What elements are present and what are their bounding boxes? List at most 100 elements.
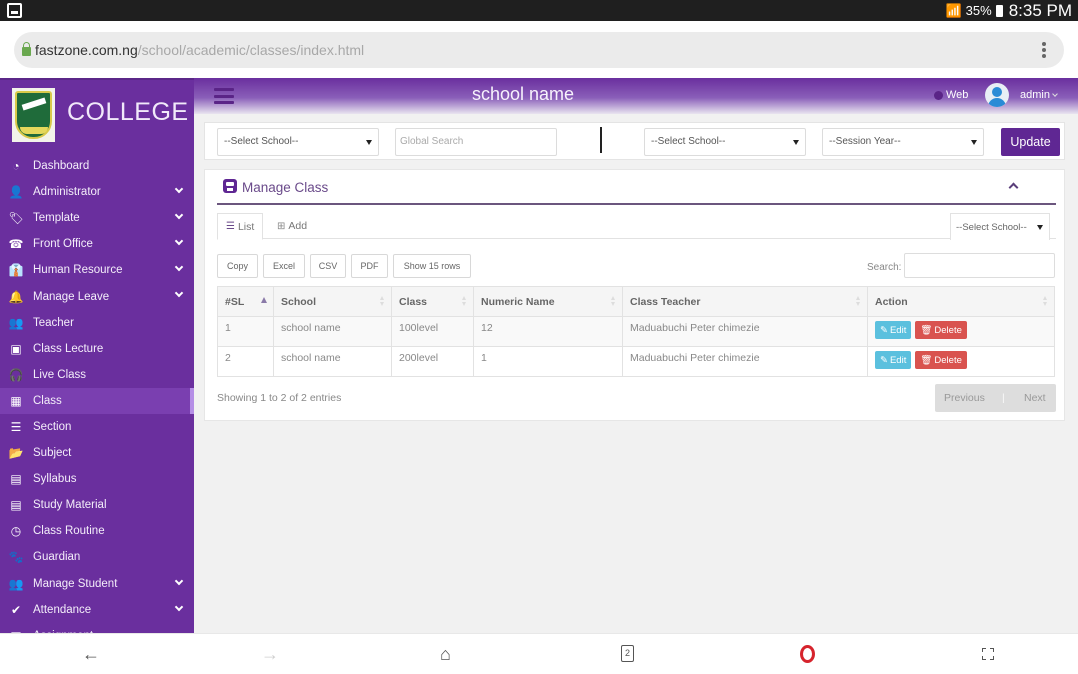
copy-button[interactable]: Copy bbox=[217, 254, 258, 278]
screenshot-notification-icon bbox=[7, 3, 22, 18]
sort-icon bbox=[462, 296, 467, 307]
edit-label: Edit bbox=[889, 354, 907, 366]
user-tie-icon: 👔 bbox=[8, 263, 24, 278]
forward-arrow-icon[interactable]: → bbox=[261, 644, 279, 664]
global-search-input[interactable]: Global Search bbox=[395, 128, 557, 156]
sidebar-item-dashboard[interactable]: ◔ Dashboard bbox=[0, 153, 194, 179]
edit-button[interactable]: ✎ Edit bbox=[875, 351, 912, 369]
web-link-label: Web bbox=[946, 89, 969, 101]
headphones-icon: 🎧 bbox=[8, 367, 24, 382]
column-class[interactable]: Class bbox=[391, 286, 474, 317]
chevron-down-icon bbox=[174, 237, 184, 246]
tab-school-select[interactable]: --Select School-- bbox=[950, 213, 1050, 240]
sidebar-item-manage-leave[interactable]: 🔔 Manage Leave bbox=[0, 283, 194, 309]
sidebar-item-teacher[interactable]: 👥 Teacher bbox=[0, 310, 194, 336]
column-sl[interactable]: #SL bbox=[217, 286, 274, 317]
trash-icon: 🗑 bbox=[920, 354, 933, 366]
web-link[interactable]: Web bbox=[934, 89, 968, 101]
caret-down-icon bbox=[793, 140, 799, 145]
address-bar[interactable]: fastzone.com.ng /school/academic/classes… bbox=[14, 32, 1064, 68]
tag-icon: 🏷 bbox=[8, 211, 24, 226]
sidebar-item-label: Live Class bbox=[33, 368, 87, 381]
session-year-select[interactable]: --Session Year-- bbox=[822, 128, 984, 156]
sidebar-nav: ◔ Dashboard 👤 Administrator 🏷 Template ☎ Front … bbox=[0, 153, 194, 633]
tabs-icon[interactable]: 2 bbox=[621, 645, 634, 662]
sidebar-item-assignment[interactable]: ▤Assignment bbox=[0, 623, 194, 633]
chevron-down-icon bbox=[174, 289, 184, 298]
tab-add[interactable]: ⊞ Add bbox=[269, 213, 315, 239]
menu-toggle-icon[interactable] bbox=[214, 88, 234, 104]
caret-down-icon bbox=[1037, 225, 1043, 230]
sidebar-item-label: Section bbox=[33, 420, 72, 433]
files-icon: ▤ bbox=[10, 472, 22, 487]
sidebar-item-label: Class Lecture bbox=[33, 342, 104, 355]
table-search-input[interactable] bbox=[904, 253, 1055, 278]
sidebar-item-section[interactable]: ☰ Section bbox=[0, 414, 194, 440]
column-label: School bbox=[281, 295, 317, 308]
update-button[interactable]: Update bbox=[1001, 128, 1060, 156]
check-circle-icon: ✔ bbox=[10, 602, 22, 617]
sidebar-item-manage-student[interactable]: 👥 Manage Student bbox=[0, 571, 194, 597]
filter-bar: --Select School-- Global Search --Select… bbox=[204, 122, 1065, 160]
sidebar-item-live-class[interactable]: 🎧 Live Class bbox=[0, 362, 194, 388]
avatar[interactable] bbox=[985, 83, 1009, 107]
top-header: school name Web admin bbox=[194, 78, 1078, 114]
sidebar-item-study-material[interactable]: ▤ Study Material bbox=[0, 492, 194, 518]
delete-button[interactable]: 🗑 Delete bbox=[915, 351, 967, 369]
delete-button[interactable]: 🗑 Delete bbox=[915, 321, 967, 339]
previous-button[interactable]: Previous bbox=[944, 392, 985, 404]
sidebar-item-guardian[interactable]: 🐾 Guardian bbox=[0, 544, 194, 570]
pdf-button[interactable]: PDF bbox=[351, 254, 388, 278]
caret-down-icon bbox=[971, 140, 977, 145]
bell-icon: 🔔 bbox=[8, 289, 24, 304]
sidebar-item-subject[interactable]: 📂 Subject bbox=[0, 440, 194, 466]
sidebar-item-front-office[interactable]: ☎ Front Office bbox=[0, 231, 194, 257]
cell-numeric: 12 bbox=[473, 316, 623, 347]
excel-button[interactable]: Excel bbox=[263, 254, 305, 278]
sort-ascending-icon bbox=[261, 297, 267, 303]
sidebar-item-class-routine[interactable]: ◷ Class Routine bbox=[0, 518, 194, 544]
show-rows-button[interactable]: Show 15 rows bbox=[393, 254, 471, 278]
chevron-down-icon bbox=[1052, 91, 1058, 97]
sidebar-item-class[interactable]: ▦ Class bbox=[0, 387, 194, 415]
home-icon[interactable]: ⌂ bbox=[440, 644, 451, 664]
session-year-value: --Session Year-- bbox=[829, 136, 901, 147]
edit-button[interactable]: ✎ Edit bbox=[875, 321, 912, 339]
sidebar-item-template[interactable]: 🏷 Template bbox=[0, 205, 194, 231]
next-button[interactable]: Next bbox=[1024, 392, 1046, 404]
sidebar: COLLEGE ◔ Dashboard 👤 Administrator 🏷 Templat… bbox=[0, 78, 194, 633]
chevron-down-icon bbox=[174, 602, 184, 611]
opera-menu-icon[interactable] bbox=[800, 645, 815, 663]
more-options-icon[interactable] bbox=[1042, 42, 1046, 58]
sidebar-item-label: Subject bbox=[33, 447, 72, 460]
csv-button[interactable]: CSV bbox=[310, 254, 346, 278]
column-action[interactable]: Action bbox=[867, 286, 1055, 317]
column-school[interactable]: School bbox=[273, 286, 392, 317]
sidebar-item-label: Class bbox=[33, 394, 62, 407]
sidebar-item-administrator[interactable]: 👤 Administrator bbox=[0, 179, 194, 205]
column-numeric-name[interactable]: Numeric Name bbox=[473, 286, 623, 317]
school-select-2[interactable]: --Select School-- bbox=[644, 128, 806, 156]
video-file-icon: ▣ bbox=[10, 341, 22, 356]
tab-list[interactable]: ☰ List bbox=[217, 213, 264, 240]
class-icon bbox=[223, 179, 237, 193]
sidebar-item-syllabus[interactable]: ▤ Syllabus bbox=[0, 466, 194, 492]
sort-icon bbox=[856, 296, 861, 307]
school-select-1[interactable]: --Select School-- bbox=[217, 128, 379, 156]
globe-icon bbox=[934, 90, 943, 100]
sidebar-item-class-lecture[interactable]: ▣ Class Lecture bbox=[0, 336, 194, 362]
fullscreen-icon[interactable] bbox=[982, 648, 994, 660]
sidebar-item-label: Attendance bbox=[33, 603, 92, 616]
back-arrow-icon[interactable]: ← bbox=[82, 644, 100, 664]
college-logo[interactable] bbox=[12, 88, 55, 142]
delete-label: Delete bbox=[934, 324, 962, 336]
sidebar-item-label: Manage Leave bbox=[33, 290, 110, 303]
chevron-up-icon[interactable] bbox=[1008, 182, 1019, 193]
column-class-teacher[interactable]: Class Teacher bbox=[622, 286, 868, 317]
sidebar-item-human-resource[interactable]: 👔 Human Resource bbox=[0, 257, 194, 283]
user-menu[interactable]: admin bbox=[1020, 89, 1058, 101]
sidebar-item-attendance[interactable]: ✔ Attendance bbox=[0, 597, 194, 623]
cell-numeric: 1 bbox=[473, 346, 623, 377]
table-body: 1 school name 100level 12 Maduabuchi Peter c… bbox=[217, 316, 1055, 377]
manage-class-panel: Manage Class ☰ List ⊞ Add --Select School-… bbox=[204, 169, 1065, 421]
